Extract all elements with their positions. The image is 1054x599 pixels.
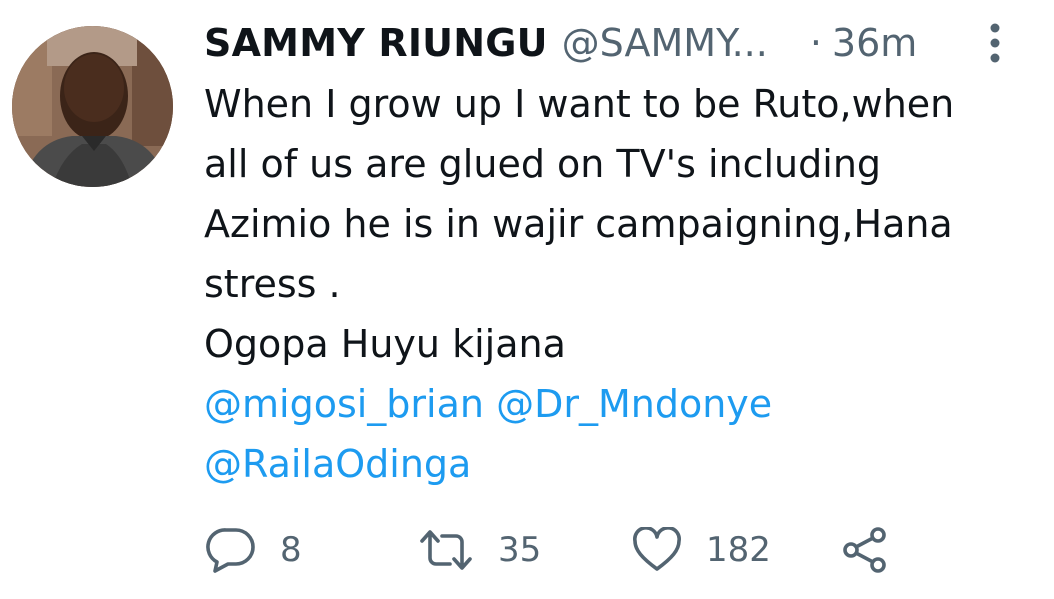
heart-icon <box>632 527 682 573</box>
mentions-line: @RailaOdinga <box>204 434 1024 494</box>
action-bar: 8 35 182 <box>0 520 1054 580</box>
tweet-text-line: Azimio he is in wajir campaigning,Hana <box>204 202 953 246</box>
mentions-line: @migosi_brian @Dr_Mndonye <box>204 374 1024 434</box>
timestamp[interactable]: 36m <box>832 21 917 65</box>
retweet-icon <box>418 528 474 572</box>
reply-icon <box>206 527 256 573</box>
like-button[interactable]: 182 <box>632 520 771 580</box>
reply-count: 8 <box>280 530 302 570</box>
mention-link[interactable]: @migosi_brian <box>204 382 484 426</box>
tweet-text: When I grow up I want to be Ruto,when al… <box>204 74 1024 494</box>
mention-link[interactable]: @Dr_Mndonye <box>496 382 772 426</box>
tweet-text-line: stress . <box>204 262 341 306</box>
share-icon <box>840 525 890 575</box>
tweet-text-line: When I grow up I want to be Ruto,when <box>204 82 955 126</box>
retweet-button[interactable]: 35 <box>418 520 541 580</box>
retweet-count: 35 <box>498 530 542 570</box>
share-button[interactable] <box>840 520 890 580</box>
like-count: 182 <box>706 530 771 570</box>
more-vertical-icon[interactable] <box>986 22 1004 64</box>
separator-dot: · <box>809 21 822 65</box>
tweet[interactable]: SAMMY RIUNGU @SAMMY... · 36m When I grow… <box>0 0 1054 599</box>
tweet-text-line: Ogopa Huyu kijana <box>204 322 566 366</box>
mention-link[interactable]: @RailaOdinga <box>204 442 471 486</box>
user-handle[interactable]: @SAMMY... <box>562 21 768 65</box>
tweet-text-line: all of us are glued on TV's including <box>204 142 882 186</box>
reply-button[interactable]: 8 <box>206 520 302 580</box>
tweet-header: SAMMY RIUNGU @SAMMY... · 36m <box>204 20 1014 66</box>
avatar[interactable] <box>12 26 173 187</box>
display-name[interactable]: SAMMY RIUNGU <box>204 21 548 65</box>
